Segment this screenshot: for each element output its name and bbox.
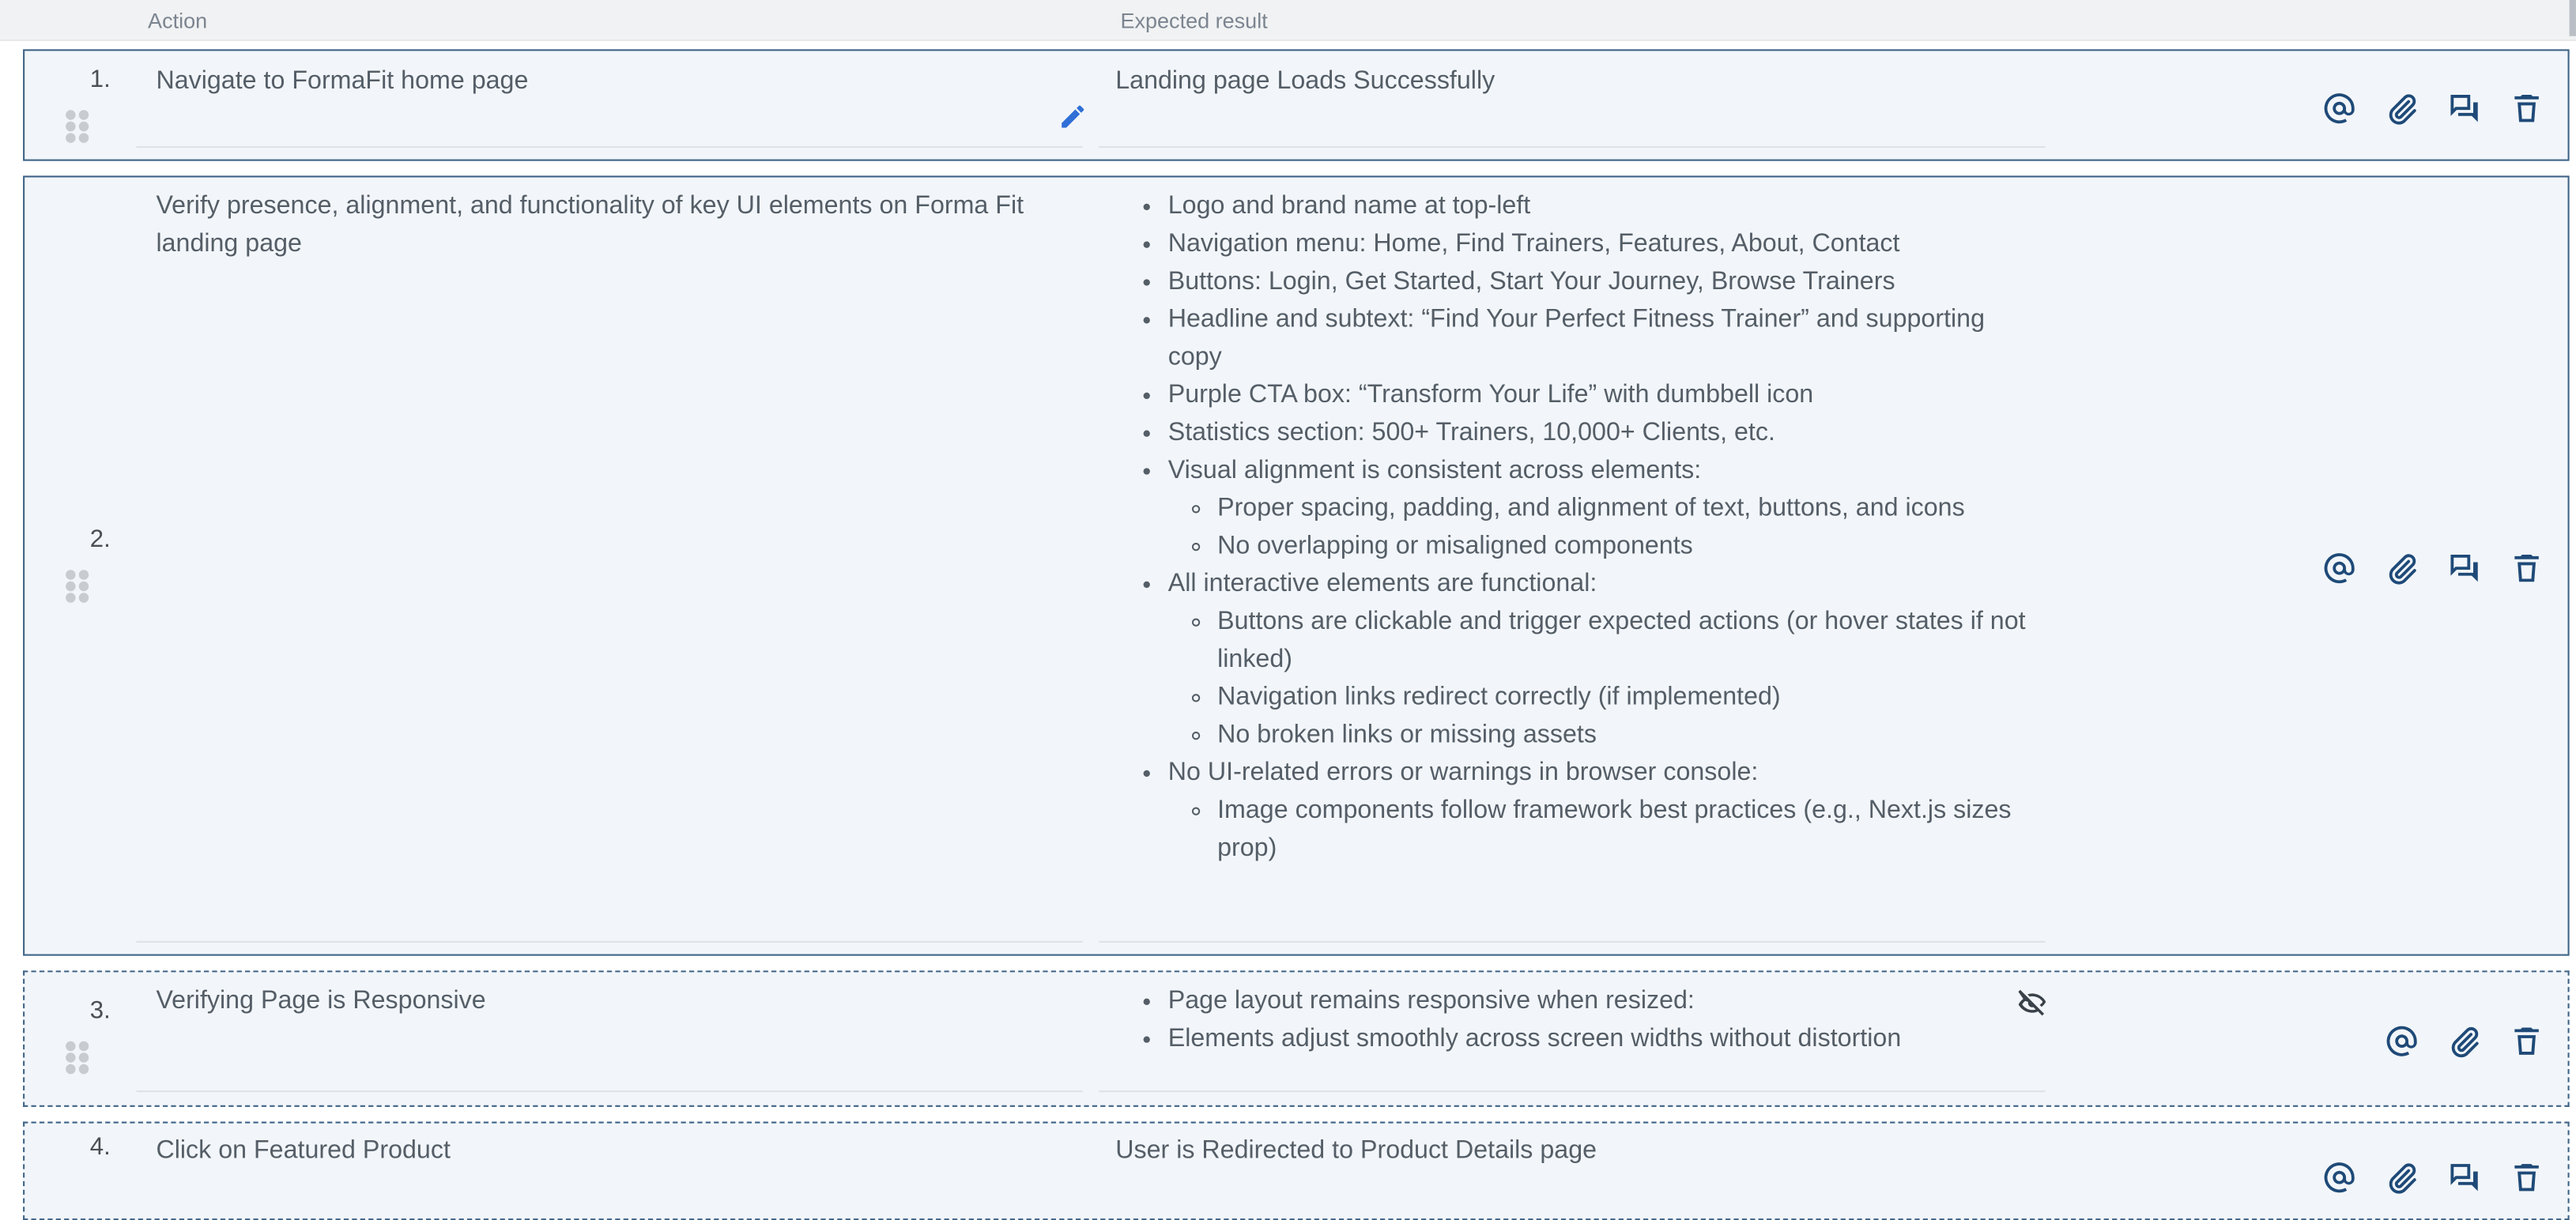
expected-field-underline (1099, 145, 2046, 149)
paperclip-icon[interactable] (2446, 1023, 2483, 1060)
paperclip-icon[interactable] (2384, 90, 2420, 126)
step-row[interactable]: 2. Verify presence, alignment, and funct… (23, 175, 2570, 956)
step-actions (2321, 90, 2545, 126)
expected-field-underline (1099, 940, 2046, 943)
list-item: No UI-related errors or warnings in brow… (1168, 754, 2035, 867)
at-icon[interactable] (2321, 550, 2358, 586)
step-row[interactable]: 1. Navigate to FormaFit home page Landin… (23, 49, 2570, 161)
list-item: Logo and brand name at top-left (1168, 187, 2035, 225)
sub-list-item: Image components follow framework best p… (1217, 792, 2035, 868)
comment-icon[interactable] (2446, 1159, 2483, 1196)
list-item: Statistics section: 500+ Trainers, 10,00… (1168, 414, 2035, 452)
step-number: 3. (89, 996, 111, 1025)
step-actions (2321, 550, 2545, 586)
list-item: Buttons: Login, Get Started, Start Your … (1168, 263, 2035, 301)
trash-icon[interactable] (2509, 90, 2545, 126)
at-icon[interactable] (2384, 1023, 2420, 1060)
step-expected-list[interactable]: Page layout remains responsive when resi… (1115, 982, 2035, 1058)
list-item: Page layout remains responsive when resi… (1168, 982, 2035, 1020)
step-row[interactable]: 3. Verifying Page is Responsive Page lay… (23, 970, 2570, 1107)
pencil-icon[interactable] (1058, 102, 1087, 131)
list-item: Visual alignment is consistent across el… (1168, 452, 2035, 565)
step-action-text[interactable]: Verifying Page is Responsive (156, 982, 1076, 1020)
step-action-text[interactable]: Verify presence, alignment, and function… (156, 187, 1076, 263)
step-expected-list[interactable]: Logo and brand name at top-left Navigati… (1115, 187, 2035, 867)
trash-icon[interactable] (2509, 1023, 2545, 1060)
paperclip-icon[interactable] (2384, 550, 2420, 586)
action-field-underline (136, 1090, 1083, 1093)
step-number: 4. (89, 1133, 111, 1162)
action-field-underline (136, 145, 1083, 149)
step-action-text[interactable]: Click on Featured Product (156, 1132, 1076, 1169)
step-row[interactable]: 4. Click on Featured Product User is Red… (23, 1121, 2570, 1220)
list-item-text: All interactive elements are functional: (1167, 570, 1597, 598)
step-number: 2. (89, 525, 111, 554)
sub-list-item: No overlapping or misaligned components (1217, 527, 2035, 565)
step-expected-text[interactable]: User is Redirected to Product Details pa… (1115, 1132, 2035, 1169)
step-expected-text[interactable]: Landing page Loads Successfully (1115, 62, 2035, 100)
expected-field-underline (1099, 1090, 2046, 1093)
eye-off-icon[interactable] (2016, 985, 2049, 1019)
list-item: All interactive elements are functional:… (1168, 565, 2035, 754)
paperclip-icon[interactable] (2384, 1159, 2420, 1196)
at-icon[interactable] (2321, 90, 2358, 126)
sub-list-item: Navigation links redirect correctly (if … (1217, 678, 2035, 716)
comment-icon[interactable] (2446, 550, 2483, 586)
sub-list-item: Proper spacing, padding, and alignment o… (1217, 489, 2035, 527)
trash-icon[interactable] (2509, 1159, 2545, 1196)
list-item: Navigation menu: Home, Find Trainers, Fe… (1168, 225, 2035, 263)
trash-icon[interactable] (2509, 550, 2545, 586)
step-number: 1. (89, 66, 111, 94)
list-item: Headline and subtext: “Find Your Perfect… (1168, 300, 2035, 376)
drag-handle-icon[interactable] (66, 570, 89, 603)
drag-handle-icon[interactable] (66, 1041, 89, 1075)
scrollbar[interactable] (2569, 0, 2576, 36)
step-action-text[interactable]: Navigate to FormaFit home page (156, 62, 1076, 100)
action-field-underline (136, 940, 1083, 943)
sub-list-item: Buttons are clickable and trigger expect… (1217, 603, 2035, 679)
list-item-text: Visual alignment is consistent across el… (1167, 456, 1702, 485)
list-item: Elements adjust smoothly across screen w… (1168, 1020, 2035, 1058)
list-item: Purple CTA box: “Transform Your Life” wi… (1168, 376, 2035, 414)
list-item-text: No UI-related errors or warnings in brow… (1167, 759, 1759, 787)
comment-icon[interactable] (2446, 90, 2483, 126)
column-header-expected: Expected result (1120, 8, 1268, 33)
column-header-action: Action (148, 8, 208, 33)
table-header: Action Expected result (0, 0, 2576, 41)
step-actions (2384, 1023, 2545, 1060)
at-icon[interactable] (2321, 1159, 2358, 1196)
test-steps-table: Action Expected result 1. Navigate to Fo… (0, 0, 2576, 1220)
drag-handle-icon[interactable] (66, 110, 89, 143)
step-actions (2321, 1159, 2545, 1196)
sub-list-item: No broken links or missing assets (1217, 716, 2035, 754)
